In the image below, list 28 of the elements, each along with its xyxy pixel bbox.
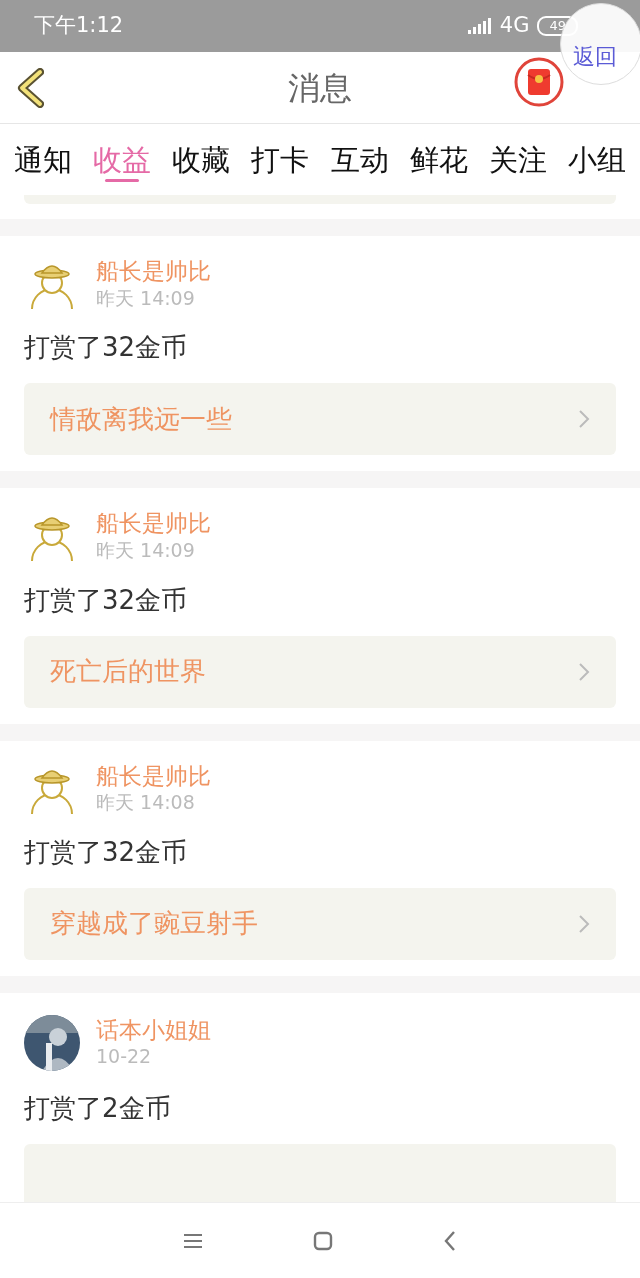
page-title: 消息	[288, 67, 352, 109]
back-icon[interactable]	[16, 68, 44, 108]
back-nav-icon[interactable]	[443, 1229, 457, 1252]
message-text: 打赏了32金币	[24, 835, 189, 869]
message-text: 打赏了2金币	[24, 1091, 172, 1125]
message-text: 打赏了32金币	[24, 583, 189, 617]
chevron-icon	[578, 913, 590, 934]
message-time: 昨天 14:08	[96, 790, 196, 815]
signal-icon	[467, 18, 492, 34]
chevron-icon	[578, 661, 590, 682]
menu-icon[interactable]	[183, 1232, 203, 1249]
tab[interactable]: 打卡	[251, 132, 310, 187]
tab[interactable]: 鲜花	[409, 132, 468, 187]
chevron-icon	[578, 409, 590, 430]
tab[interactable]: 通知	[14, 132, 72, 187]
network-type: 4G	[499, 12, 530, 40]
tab[interactable]: 收藏	[172, 132, 231, 187]
message-time: 昨天 14:09	[96, 285, 196, 311]
tab[interactable]: 关注	[488, 132, 547, 187]
home-icon[interactable]	[313, 1230, 333, 1251]
tab[interactable]: 互动	[330, 132, 389, 187]
message-text: 打赏了32金币	[24, 331, 189, 365]
envelope-icon[interactable]	[514, 57, 564, 107]
message-time: 昨天 14:09	[96, 537, 196, 563]
tab[interactable]: 收益	[93, 132, 152, 187]
tab[interactable]: 小组	[568, 132, 626, 187]
status-time: 下午1:12	[34, 12, 124, 40]
message-time: 10-22	[96, 1044, 153, 1069]
